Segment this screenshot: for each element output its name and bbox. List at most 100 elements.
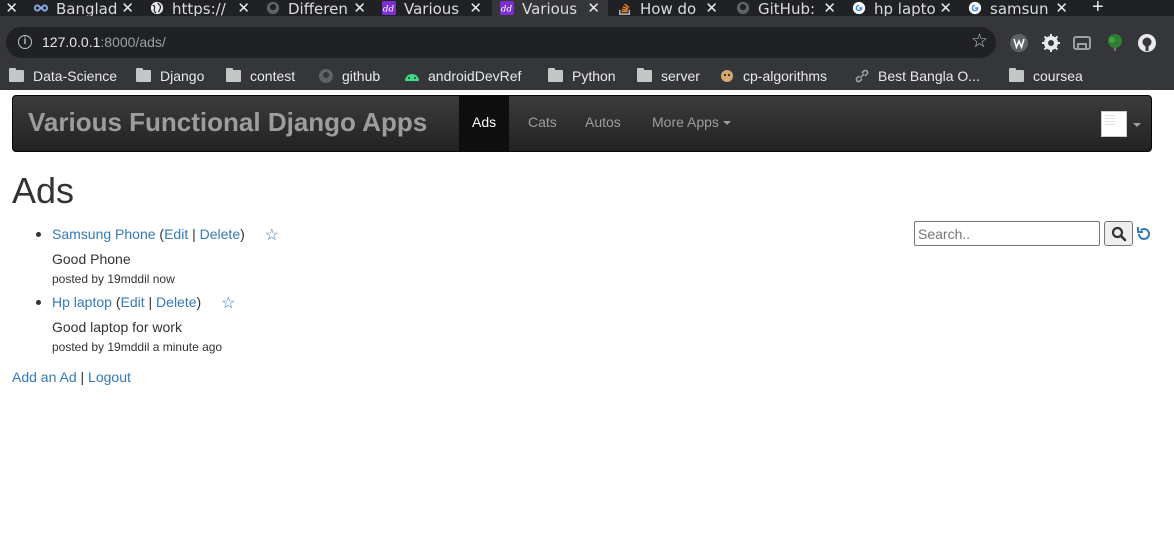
close-tab-icon[interactable]: ✕ [5, 0, 18, 16]
ad-text: Good laptop for work [52, 319, 182, 335]
stackoverflow-icon [619, 3, 631, 15]
tab-title: https:// [172, 0, 226, 16]
favorite-star-icon[interactable]: ☆ [265, 227, 279, 244]
ad-text: Good Phone [52, 251, 131, 267]
app-navbar: Various Functional Django Apps Ads Cats … [12, 95, 1152, 152]
browser-tab[interactable]: Differen ✕ [258, 0, 374, 16]
github-icon [736, 1, 750, 15]
tab-title: samsun [990, 0, 1049, 16]
ad-meta: posted by 19mddil a minute ago [52, 340, 223, 354]
new-tab-icon[interactable]: + [1092, 0, 1104, 16]
edit-link[interactable]: Edit [164, 226, 188, 242]
tab-title: Differen [288, 0, 348, 16]
link-icon [855, 69, 869, 83]
info-icon[interactable]: i [18, 35, 32, 49]
reset-search-icon[interactable] [1136, 222, 1156, 244]
nav-more-apps[interactable]: More Apps [639, 96, 744, 151]
svg-text:dd: dd [501, 5, 513, 15]
bookmark-label: contest [250, 68, 296, 84]
delete-link[interactable]: Delete [156, 294, 196, 310]
browser-toolbar: i 127.0.0.1:8000/ads/ ☆ [0, 16, 1174, 62]
footer-links: Add an Ad | Logout [12, 369, 131, 385]
cp-icon [721, 70, 733, 82]
close-tab-icon[interactable]: ✕ [705, 0, 718, 16]
globe-icon [150, 1, 164, 15]
caret-down-icon [722, 121, 731, 126]
google-icon [852, 1, 866, 15]
edit-link[interactable]: Edit [121, 294, 145, 310]
tab-title: GitHub: [758, 0, 816, 16]
page-title: Ads [12, 170, 75, 211]
nav-cats[interactable]: Cats [515, 96, 570, 151]
browser-tab-active[interactable]: dd Various ✕ [492, 0, 608, 16]
folder-icon [226, 68, 241, 82]
bookmark-label: server [661, 68, 700, 84]
browser-tab[interactable]: https:// ✕ [142, 0, 258, 16]
bookmarks-bar: Data-Science Django contest github andro… [0, 62, 1174, 90]
browser-tab[interactable]: How do ✕ [610, 0, 726, 16]
screen-extension-icon[interactable] [1072, 33, 1092, 53]
tab-title: How do [640, 0, 697, 16]
url-text[interactable]: 127.0.0.1:8000/ads/ [42, 34, 166, 50]
browser-tab[interactable]: dd Various ✕ [374, 0, 490, 16]
search-button[interactable] [1104, 221, 1133, 246]
close-tab-icon[interactable]: ✕ [237, 0, 250, 16]
folder-icon [136, 68, 151, 82]
list-item: Samsung Phone (Edit | Delete) ☆ Good Pho… [36, 226, 552, 287]
tab-title: Various [404, 0, 460, 16]
browser-tab[interactable]: samsun ✕ [960, 0, 1076, 16]
github-icon [266, 1, 280, 15]
logout-link[interactable]: Logout [88, 369, 131, 385]
avatar[interactable] [1101, 111, 1127, 137]
github-icon [319, 69, 333, 83]
browser-tab[interactable]: GitHub: ✕ [728, 0, 844, 16]
folder-icon [637, 68, 652, 82]
wappalyzer-extension-icon[interactable] [1009, 33, 1029, 53]
github-extension-icon[interactable] [1137, 33, 1157, 53]
dd-icon: dd [500, 1, 514, 15]
separator: | [80, 369, 85, 385]
bookmark-label: androidDevRef [428, 68, 522, 84]
android-icon [405, 74, 419, 81]
nav-more-apps-label: More Apps [652, 114, 719, 130]
close-tab-icon[interactable]: ✕ [939, 0, 952, 16]
bullet [36, 300, 41, 305]
add-ad-link[interactable]: Add an Ad [12, 369, 77, 385]
close-tab-icon[interactable]: ✕ [353, 0, 366, 16]
bookmark-label: Best Bangla O... [878, 68, 980, 84]
close-tab-icon[interactable]: ✕ [121, 0, 134, 16]
tree-extension-icon[interactable] [1105, 33, 1125, 53]
bookmark-star-icon[interactable]: ☆ [971, 30, 988, 53]
brand-link[interactable]: Various Functional Django Apps [28, 107, 427, 138]
folder-icon [548, 68, 563, 82]
bookmark-label: Django [160, 68, 205, 84]
bookmark-label: Python [572, 68, 616, 84]
infinity-icon [34, 4, 48, 12]
bookmark-label: cp-algorithms [743, 68, 828, 84]
nav-ads[interactable]: Ads [459, 96, 510, 151]
close-tab-icon[interactable]: ✕ [587, 0, 600, 16]
close-tab-icon[interactable]: ✕ [469, 0, 482, 16]
google-icon [968, 1, 982, 15]
caret-down-icon[interactable] [1133, 123, 1141, 127]
list-item: Hp laptop (Edit | Delete) ☆ Good laptop … [36, 294, 552, 355]
delete-link[interactable]: Delete [200, 226, 240, 242]
favorite-star-icon[interactable]: ☆ [221, 295, 235, 312]
ad-title-link[interactable]: Samsung Phone [52, 226, 156, 242]
bookmark-label: coursea [1033, 68, 1083, 84]
tab-title: hp lapto [874, 0, 936, 16]
nav-autos[interactable]: Autos [572, 96, 634, 151]
ad-title-link[interactable]: Hp laptop [52, 294, 112, 310]
ad-meta: posted by 19mddil now [52, 272, 175, 286]
close-tab-icon[interactable]: ✕ [1055, 0, 1068, 16]
folder-icon [1009, 68, 1024, 82]
gear-extension-icon[interactable] [1041, 33, 1061, 53]
address-bar[interactable]: i 127.0.0.1:8000/ads/ ☆ [6, 27, 996, 58]
close-tab-icon[interactable]: ✕ [823, 0, 836, 16]
browser-tab[interactable]: hp lapto ✕ [844, 0, 960, 16]
browser-tab[interactable]: ✕ [0, 0, 26, 16]
browser-tab[interactable]: Banglade ✕ [26, 0, 142, 16]
tab-title: Various [522, 0, 578, 16]
tab-title: Banglade [56, 0, 118, 16]
search-input[interactable] [914, 221, 1100, 246]
